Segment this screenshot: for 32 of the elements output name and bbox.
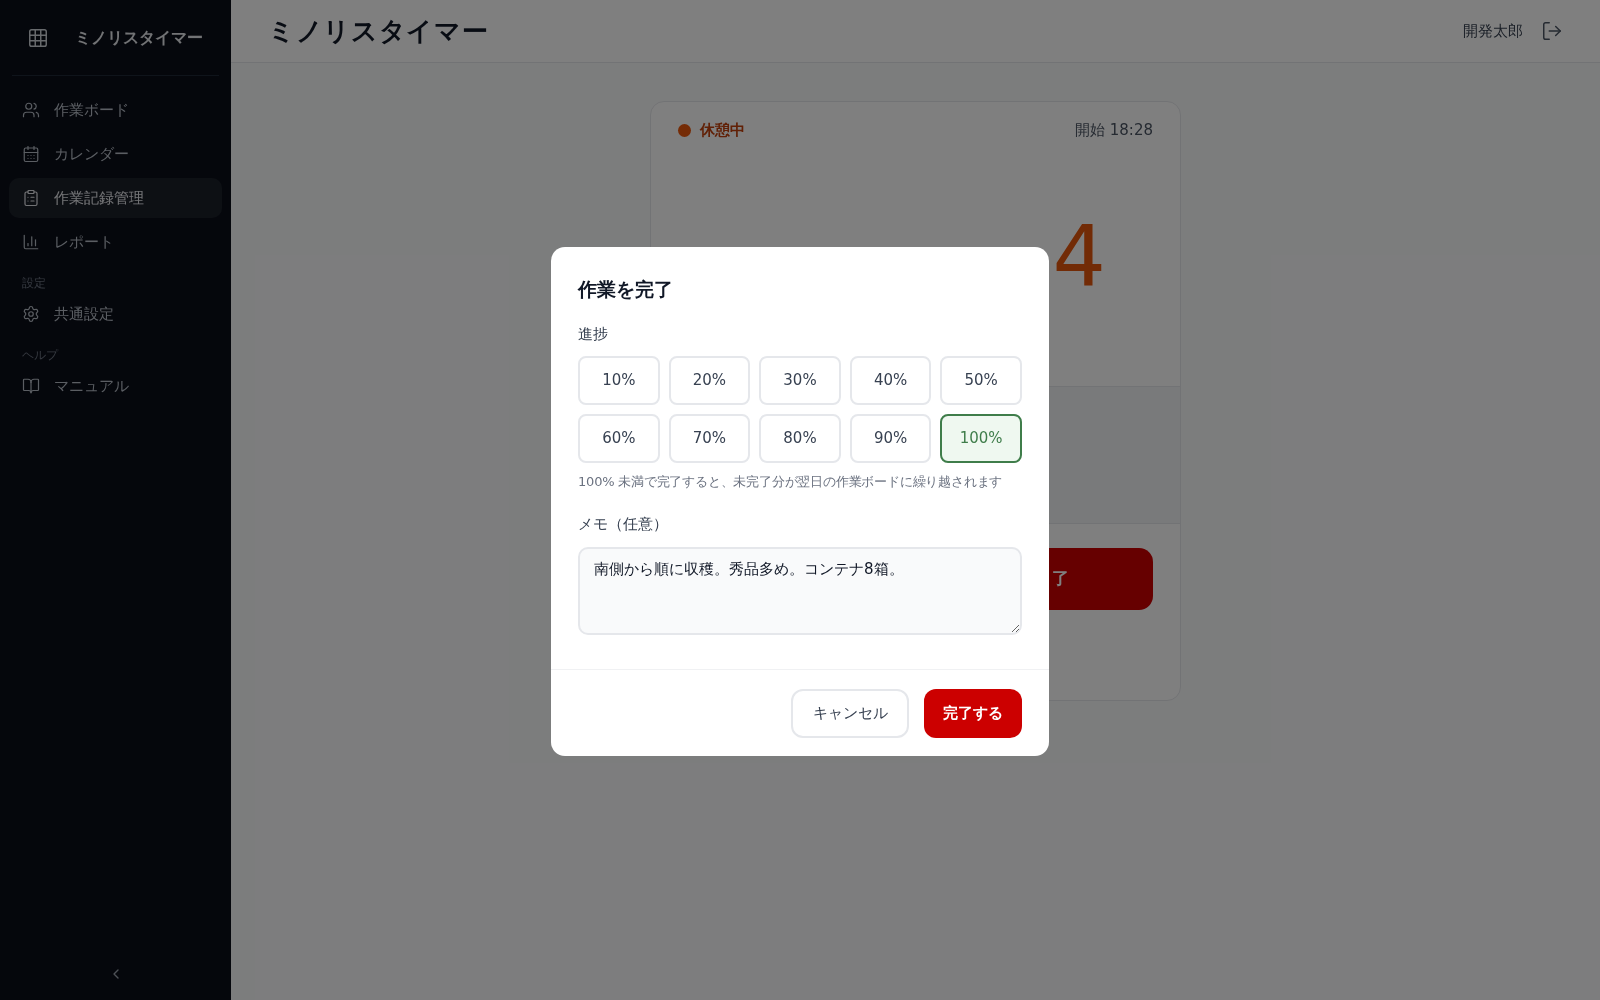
progress-option[interactable]: 20% — [668, 355, 751, 405]
progress-option[interactable]: 30% — [759, 355, 841, 405]
settings-icon — [22, 305, 40, 323]
progress-label: 進捗 — [578, 324, 609, 345]
start-time: 開始 18:28 — [1075, 120, 1153, 141]
progress-option[interactable]: 50% — [940, 355, 1022, 405]
book-icon — [22, 377, 40, 395]
memo-field[interactable]: 南側から順に収穫。秀品多め。コンテナ8箱。 — [578, 546, 1022, 635]
progress-option[interactable]: 90% — [849, 413, 932, 463]
page-title: ミノリスタイマー — [268, 14, 489, 48]
app-name: ミノリスタイマー — [75, 26, 203, 49]
progress-option[interactable]: 100% — [940, 413, 1022, 463]
dialog-title: 作業を完了 — [578, 276, 674, 302]
confirm-button[interactable]: 完了する — [924, 688, 1022, 738]
cancel-button[interactable]: キャンセル — [791, 688, 909, 738]
user-name: 開発太郎 — [1463, 20, 1523, 42]
memo-label: メモ（任意） — [578, 514, 669, 535]
bar-chart-icon — [22, 233, 40, 251]
progress-option[interactable]: 10% — [578, 355, 660, 405]
progress-option[interactable]: 40% — [849, 355, 932, 405]
grid-logo-icon — [27, 26, 49, 49]
progress-option[interactable]: 60% — [578, 413, 660, 463]
users-icon — [22, 101, 40, 119]
elapsed-time: 4 — [1052, 213, 1108, 298]
clipboard-icon — [22, 189, 40, 207]
progress-option[interactable]: 80% — [759, 413, 841, 463]
logout-icon[interactable] — [1541, 20, 1563, 42]
hint-text: 100% 未満で完了すると、未完了分が翌日の作業ボードに繰り越されます — [578, 472, 1004, 491]
status-label: 休憩中 — [700, 120, 745, 141]
progress-option[interactable]: 70% — [668, 413, 751, 463]
nav-item[interactable]: 作業記録管理 — [9, 178, 222, 218]
calendar-icon — [22, 145, 40, 163]
